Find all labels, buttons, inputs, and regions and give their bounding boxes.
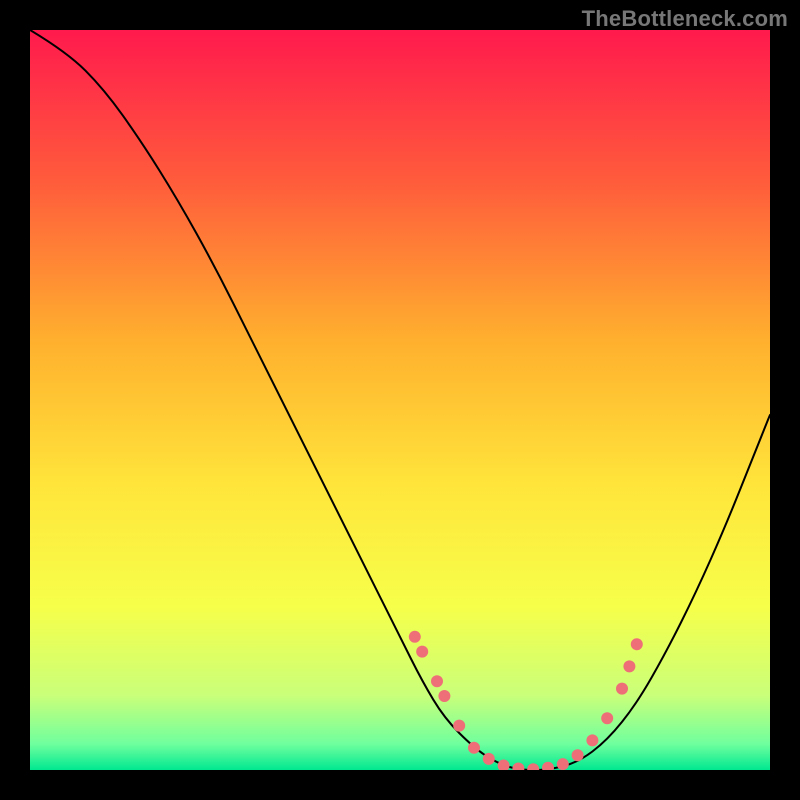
- marker-point: [416, 646, 428, 658]
- marker-point: [623, 660, 635, 672]
- marker-point: [483, 753, 495, 765]
- marker-point: [586, 734, 598, 746]
- marker-point: [468, 742, 480, 754]
- marker-point: [557, 758, 569, 770]
- marker-point: [453, 720, 465, 732]
- marker-point: [409, 631, 421, 643]
- watermark-text: TheBottleneck.com: [582, 6, 788, 32]
- marker-point: [616, 683, 628, 695]
- marker-point: [438, 690, 450, 702]
- marker-point: [631, 638, 643, 650]
- marker-point: [572, 749, 584, 761]
- chart-svg: [30, 30, 770, 770]
- plot-area: [30, 30, 770, 770]
- marker-point: [431, 675, 443, 687]
- chart-frame: TheBottleneck.com: [0, 0, 800, 800]
- marker-point: [601, 712, 613, 724]
